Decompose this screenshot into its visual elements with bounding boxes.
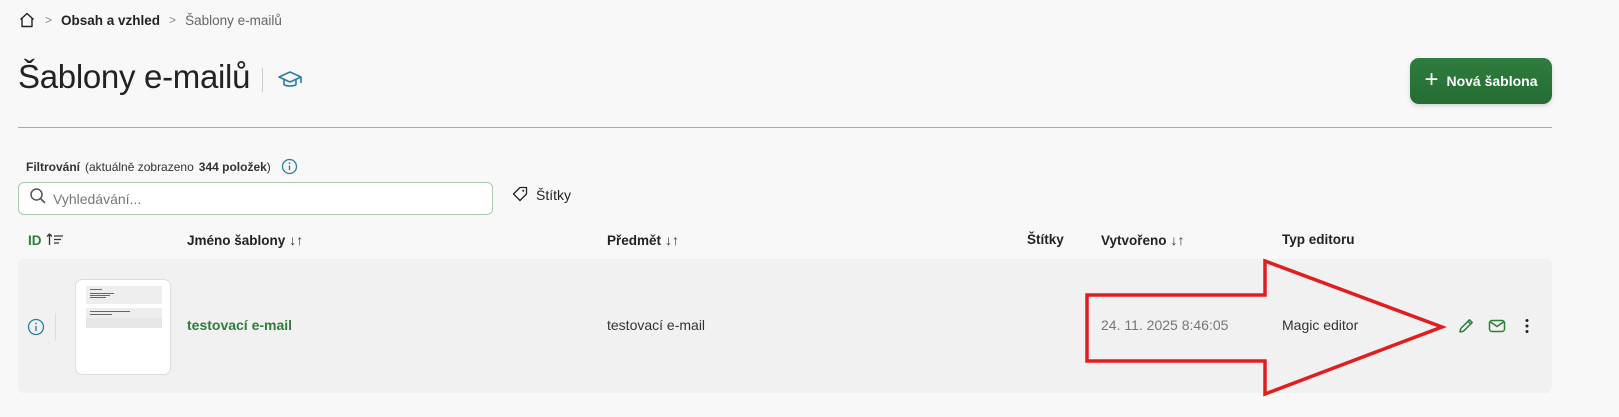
thumbnail-line (90, 293, 114, 294)
tags-filter-button[interactable]: Štítky (512, 185, 571, 205)
thumbnail-block (86, 318, 162, 328)
column-header-editor: Typ editoru (1282, 232, 1355, 247)
thumbnail-line (90, 289, 102, 290)
search-box (18, 182, 493, 215)
thumbnail-line (90, 297, 106, 298)
search-icon (29, 187, 47, 210)
thumbnail-block (86, 308, 162, 318)
mail-icon[interactable] (1487, 316, 1507, 336)
search-input[interactable] (53, 190, 473, 207)
home-icon[interactable] (18, 11, 36, 29)
breadcrumb-link-parent[interactable]: Obsah a vzhled (61, 13, 160, 28)
breadcrumb-current: Šablony e-mailů (185, 12, 282, 28)
column-header-id-label: ID (28, 233, 42, 248)
sort-icon: ↓↑ (289, 232, 304, 248)
page-title: Šablony e-mailů (18, 58, 251, 95)
breadcrumb-separator: > (45, 13, 53, 27)
tag-icon (512, 186, 528, 205)
column-header-name[interactable]: Jméno šablony ↓↑ (187, 232, 303, 248)
graduation-cap-icon[interactable] (276, 66, 304, 94)
template-created: 24. 11. 2025 8:46:05 (1101, 317, 1229, 333)
sort-icon: ↓↑ (1170, 232, 1185, 248)
column-header-editor-label: Typ editoru (1282, 232, 1355, 247)
breadcrumb-separator: > (169, 13, 177, 27)
column-header-tags-label: Štítky (1027, 232, 1064, 247)
info-icon[interactable] (281, 158, 298, 175)
row-divider (55, 313, 56, 341)
edit-icon[interactable] (1456, 316, 1476, 336)
template-name-link[interactable]: testovací e-mail (187, 317, 292, 333)
filter-count-prefix: (aktuálně zobrazeno (85, 159, 194, 174)
filter-count-suffix: ) (266, 159, 271, 174)
breadcrumb: > Obsah a vzhled > Šablony e-mailů (18, 10, 282, 30)
new-template-button[interactable]: + Nová šablona (1410, 58, 1552, 104)
template-editor-type: Magic editor (1282, 317, 1359, 333)
divider (18, 127, 1552, 128)
column-header-id[interactable]: ID (28, 232, 64, 249)
plus-icon: + (1424, 66, 1439, 93)
thumbnail-line (90, 314, 112, 315)
sort-icon: ↓↑ (665, 232, 680, 248)
filter-count-value: 344 položek (198, 159, 267, 174)
filter-info: Filtrování (aktuálně zobrazeno 344 polož… (26, 158, 298, 175)
thumbnail-line (90, 311, 130, 312)
column-header-created-label: Vytvořeno (1101, 232, 1167, 248)
column-header-subject[interactable]: Předmět ↓↑ (607, 232, 679, 248)
sort-icon (46, 232, 64, 249)
info-icon[interactable] (27, 318, 45, 336)
title-divider (262, 68, 263, 92)
thumbnail-line (90, 295, 110, 296)
column-header-created[interactable]: Vytvořeno ↓↑ (1101, 232, 1185, 248)
tags-filter-label: Štítky (536, 187, 572, 203)
more-vertical-icon[interactable] (1517, 316, 1537, 336)
column-header-subject-label: Předmět (607, 232, 662, 248)
template-subject: testovací e-mail (607, 317, 706, 333)
filter-label: Filtrování (26, 159, 81, 174)
column-header-name-label: Jméno šablony (187, 232, 286, 248)
template-thumbnail[interactable] (75, 279, 171, 375)
new-template-label: Nová šablona (1446, 73, 1538, 89)
column-header-tags: Štítky (1027, 232, 1064, 247)
